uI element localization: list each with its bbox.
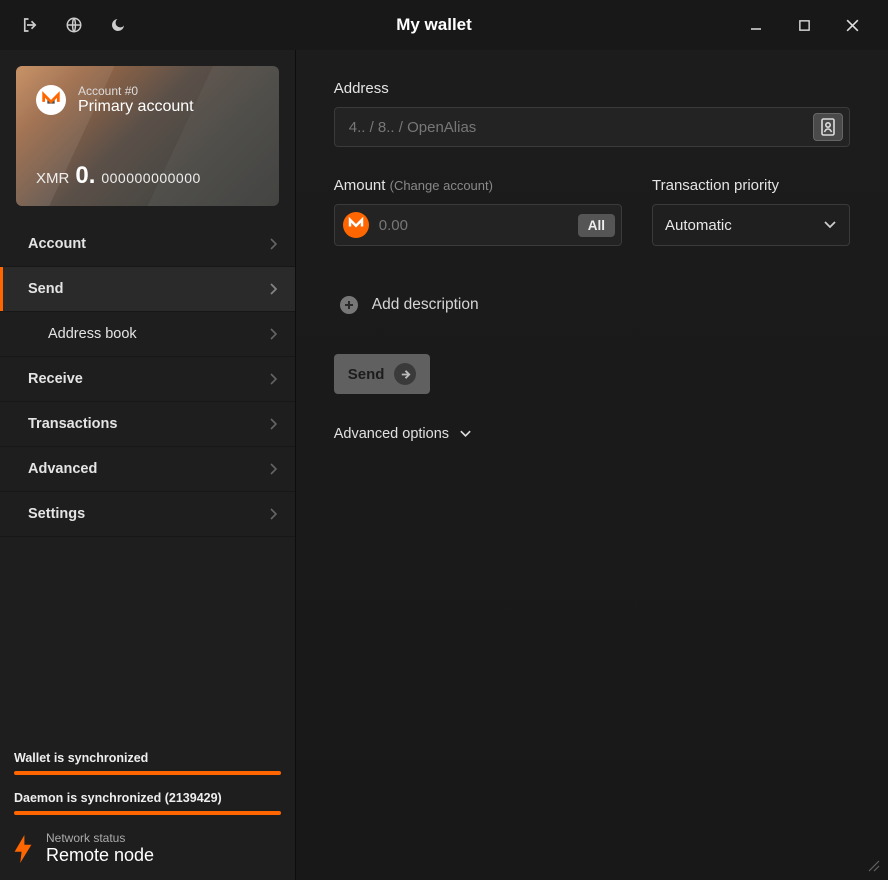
balance: XMR 0. 000000000000 <box>36 162 201 190</box>
chevron-right-icon <box>269 328 277 340</box>
network-status-value: Remote node <box>46 845 154 866</box>
network-status[interactable]: Network status Remote node <box>14 831 281 866</box>
nav-label: Receive <box>28 371 83 387</box>
chevron-right-icon <box>269 238 277 250</box>
nav-send[interactable]: Send <box>0 267 295 312</box>
add-description-label: Add description <box>372 296 479 314</box>
resize-grip-icon[interactable] <box>866 858 880 872</box>
nav-label: Address book <box>48 326 137 342</box>
account-card[interactable]: Account #0 Primary account XMR 0. 000000… <box>16 66 279 206</box>
priority-label: Transaction priority <box>652 177 850 194</box>
network-status-label: Network status <box>46 831 154 845</box>
sidebar: Account #0 Primary account XMR 0. 000000… <box>0 50 296 880</box>
nav-advanced[interactable]: Advanced <box>0 447 295 492</box>
nav-label: Send <box>28 281 63 297</box>
arrow-right-icon <box>394 363 416 385</box>
wallet-sync-bar <box>14 771 281 775</box>
advanced-options-toggle[interactable]: Advanced options <box>334 426 850 442</box>
minimize-button[interactable] <box>732 5 780 45</box>
daemon-sync-label: Daemon is synchronized (2139429) <box>14 791 281 805</box>
nav-label: Transactions <box>28 416 117 432</box>
amount-label-text: Amount <box>334 177 386 194</box>
send-button-label: Send <box>348 366 385 383</box>
nav-label: Account <box>28 236 86 252</box>
amount-label: Amount (Change account) <box>334 177 622 194</box>
wallet-sync-label: Wallet is synchronized <box>14 751 281 765</box>
chevron-right-icon <box>269 508 277 520</box>
priority-value: Automatic <box>665 217 823 234</box>
account-number: Account #0 <box>78 84 194 98</box>
window-title: My wallet <box>136 15 732 35</box>
nav-label: Settings <box>28 506 85 522</box>
bolt-icon <box>14 835 32 863</box>
address-book-button[interactable] <box>813 113 843 141</box>
monero-logo-icon <box>36 85 66 115</box>
nav-address-book[interactable]: Address book <box>0 312 295 357</box>
logout-icon[interactable] <box>12 7 48 43</box>
chevron-right-icon <box>269 418 277 430</box>
moon-icon[interactable] <box>100 7 136 43</box>
sidebar-status: Wallet is synchronized Daemon is synchro… <box>0 741 295 880</box>
nav-receive[interactable]: Receive <box>0 357 295 402</box>
add-description-button[interactable]: Add description <box>334 296 850 314</box>
advanced-options-label: Advanced options <box>334 426 449 442</box>
balance-currency: XMR <box>36 170 69 187</box>
nav-transactions[interactable]: Transactions <box>0 402 295 447</box>
chevron-down-icon <box>823 221 837 229</box>
chevron-right-icon <box>269 283 277 295</box>
change-account-link[interactable]: (Change account) <box>390 178 493 193</box>
amount-input[interactable] <box>379 217 578 234</box>
address-input-wrap <box>334 107 850 147</box>
account-name: Primary account <box>78 98 194 116</box>
balance-fraction: 000000000000 <box>101 170 200 186</box>
chevron-down-icon <box>459 430 472 438</box>
globe-icon[interactable] <box>56 7 92 43</box>
sidebar-nav: Account Send Address book Receive <box>0 222 295 537</box>
main-panel: Address Amount (Change account) All <box>296 50 888 880</box>
nav-label: Advanced <box>28 461 97 477</box>
priority-select[interactable]: Automatic <box>652 204 850 246</box>
titlebar: My wallet <box>0 0 888 50</box>
monero-icon <box>343 212 369 238</box>
maximize-button[interactable] <box>780 5 828 45</box>
address-label: Address <box>334 80 850 97</box>
chevron-right-icon <box>269 463 277 475</box>
balance-whole: 0. <box>75 162 95 190</box>
amount-input-wrap: All <box>334 204 622 246</box>
nav-account[interactable]: Account <box>0 222 295 267</box>
nav-settings[interactable]: Settings <box>0 492 295 537</box>
amount-all-button[interactable]: All <box>578 214 615 237</box>
plus-icon <box>340 296 358 314</box>
address-input[interactable] <box>349 119 813 136</box>
chevron-right-icon <box>269 373 277 385</box>
daemon-sync-bar <box>14 811 281 815</box>
close-button[interactable] <box>828 5 876 45</box>
send-button[interactable]: Send <box>334 354 431 394</box>
